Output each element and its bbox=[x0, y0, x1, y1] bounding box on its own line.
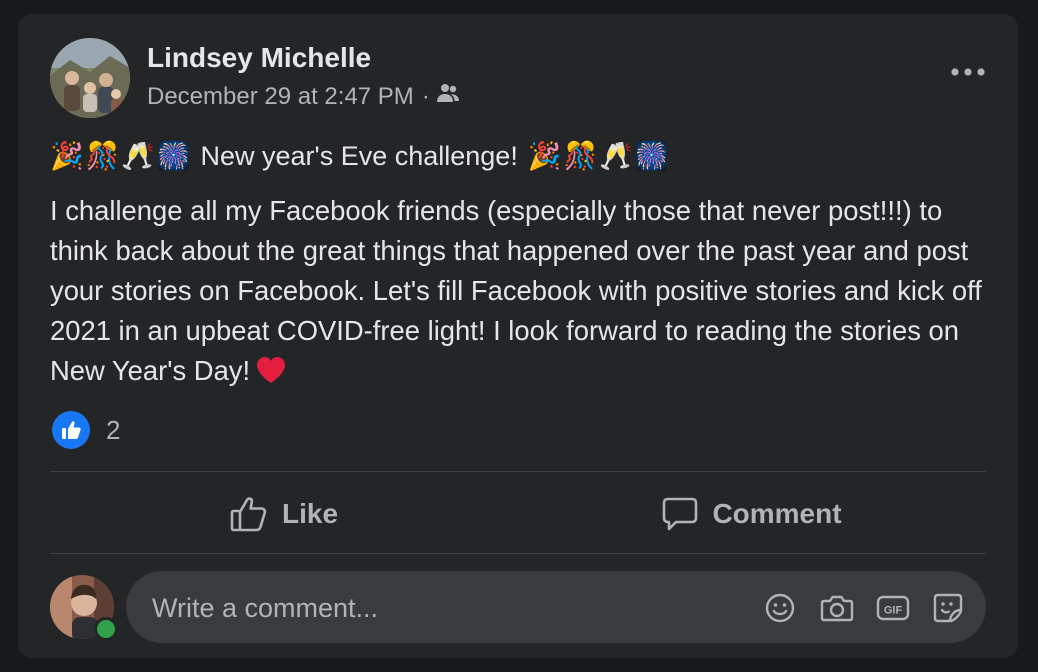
fireworks-icon: 🎆 bbox=[156, 141, 191, 171]
comment-button[interactable]: Comment bbox=[518, 474, 986, 554]
meta-separator: · bbox=[421, 83, 430, 110]
reactions-summary[interactable]: 2 bbox=[52, 411, 120, 449]
comment-label: Comment bbox=[712, 498, 842, 529]
emoji-group-right: 🎉 🎊 🥂 🎆 bbox=[528, 136, 669, 176]
party-popper-icon: 🎉 bbox=[50, 141, 84, 171]
svg-text:GIF: GIF bbox=[884, 605, 903, 617]
gif-icon[interactable]: GIF bbox=[876, 592, 910, 624]
divider-bottom bbox=[50, 553, 986, 554]
sticker-icon[interactable] bbox=[932, 592, 964, 624]
more-dots-icon bbox=[951, 68, 985, 76]
post-timestamp[interactable]: December 29 at 2:47 PM bbox=[147, 82, 414, 112]
red-heart-icon bbox=[256, 355, 286, 395]
comment-input[interactable] bbox=[150, 571, 714, 645]
post-body-text: I challenge all my Facebook friends (esp… bbox=[50, 195, 982, 386]
thumbs-up-icon bbox=[230, 497, 267, 532]
like-label: Like bbox=[281, 498, 339, 529]
post-title-line: 🎉 🎊 🥂 🎆 New year's Eve challenge! 🎉 🎊 🥂 … bbox=[50, 136, 668, 176]
like-reaction-icon bbox=[52, 411, 90, 449]
reaction-count: 2 bbox=[106, 414, 121, 445]
confetti-ball-icon: 🎊 bbox=[563, 141, 598, 171]
post-title: New year's Eve challenge! bbox=[200, 141, 518, 171]
more-options-button[interactable] bbox=[948, 60, 988, 84]
party-popper-icon: 🎉 bbox=[527, 141, 562, 171]
online-status-indicator bbox=[94, 617, 118, 641]
action-bar: Like Comment bbox=[50, 474, 986, 554]
comment-bubble-icon bbox=[663, 497, 698, 531]
post-body: I challenge all my Facebook friends (esp… bbox=[50, 191, 990, 395]
like-button[interactable]: Like bbox=[50, 474, 518, 554]
confetti-ball-icon: 🎊 bbox=[85, 141, 120, 171]
comment-box[interactable]: GIF bbox=[126, 571, 986, 645]
divider-top bbox=[50, 471, 986, 472]
post-meta: December 29 at 2:47 PM · bbox=[147, 82, 460, 112]
post-card: Lindsey Michelle December 29 at 2:47 PM … bbox=[18, 14, 1018, 658]
emoji-icon[interactable] bbox=[764, 592, 796, 624]
champagne-glasses-icon: 🥂 bbox=[599, 141, 633, 171]
fireworks-icon: 🎆 bbox=[634, 141, 669, 171]
emoji-group-left: 🎉 🎊 🥂 🎆 bbox=[50, 136, 191, 176]
commenter-avatar[interactable] bbox=[50, 575, 118, 641]
author-avatar[interactable] bbox=[50, 38, 130, 118]
friends-icon bbox=[436, 82, 460, 112]
champagne-glasses-icon: 🥂 bbox=[121, 141, 155, 171]
camera-icon[interactable] bbox=[820, 592, 854, 624]
author-name[interactable]: Lindsey Michelle bbox=[147, 42, 371, 74]
